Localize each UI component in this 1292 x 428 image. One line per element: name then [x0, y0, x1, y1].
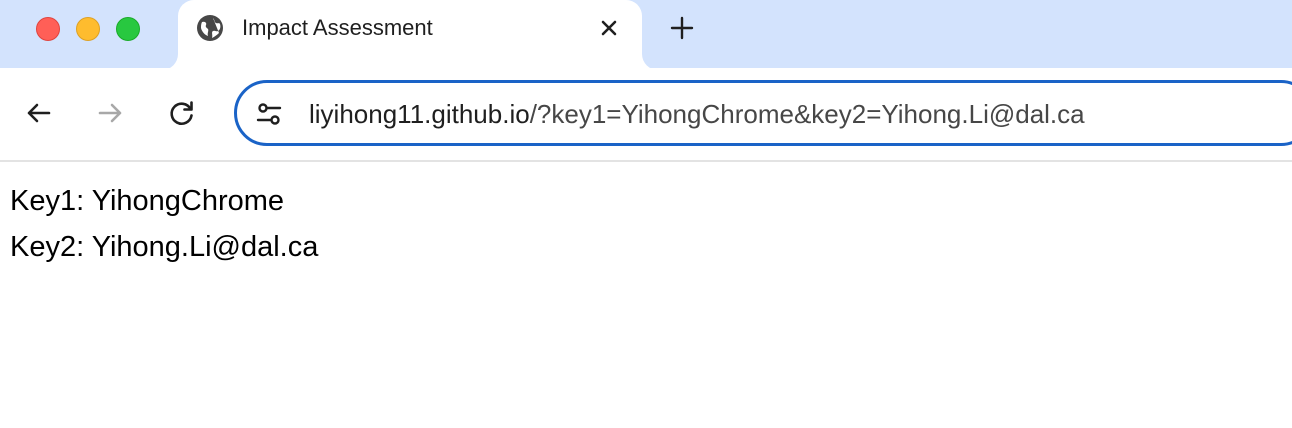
minimize-window-button[interactable] — [76, 17, 100, 41]
tab-impact-assessment[interactable]: Impact Assessment — [178, 0, 642, 70]
globe-icon — [197, 15, 223, 41]
arrow-left-icon[interactable] — [24, 98, 54, 128]
url-host: liyihong11.github.io — [309, 99, 530, 129]
address-bar[interactable]: liyihong11.github.io/?key1=YihongChrome&… — [234, 80, 1292, 146]
toolbar: liyihong11.github.io/?key1=YihongChrome&… — [0, 68, 1292, 162]
close-icon[interactable] — [596, 15, 622, 41]
url-path: /?key1=YihongChrome&key2=Yihong.Li@dal.c… — [529, 99, 1085, 129]
page-content: Key1: YihongChrome Key2: Yihong.Li@dal.c… — [10, 178, 318, 270]
tune-icon[interactable] — [255, 100, 283, 128]
close-window-button[interactable] — [36, 17, 60, 41]
key2-line: Key2: Yihong.Li@dal.ca — [10, 231, 319, 263]
browser-window: Impact Assessment liyihong11.github.io/?… — [0, 0, 1292, 428]
tab-title: Impact Assessment — [242, 15, 433, 40]
plus-icon[interactable] — [668, 14, 696, 42]
zoom-window-button[interactable] — [116, 17, 140, 41]
key1-line: Key1: YihongChrome — [10, 185, 285, 217]
url-text[interactable]: liyihong11.github.io/?key1=YihongChrome&… — [309, 99, 1085, 129]
reload-icon[interactable] — [167, 98, 197, 128]
tab-strip: Impact Assessment — [0, 0, 1292, 70]
arrow-right-icon[interactable] — [95, 98, 125, 128]
